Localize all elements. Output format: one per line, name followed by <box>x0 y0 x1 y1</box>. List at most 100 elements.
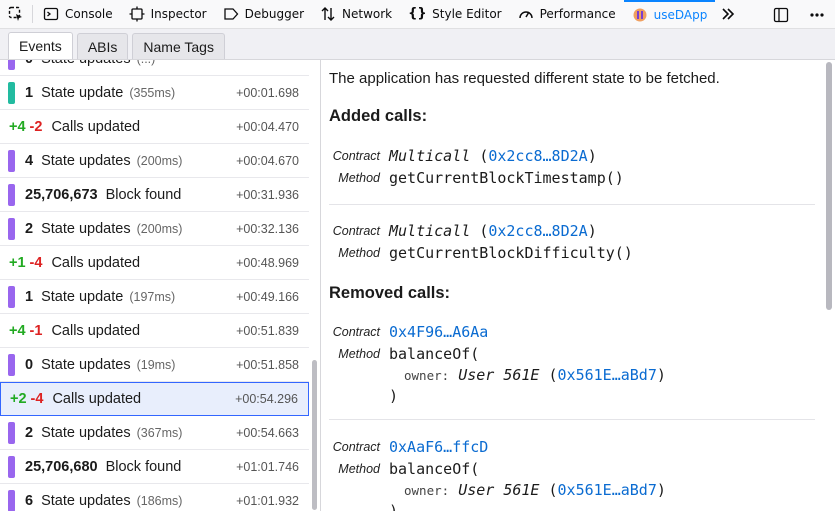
event-row[interactable]: 0 State updates (...) <box>0 60 309 76</box>
calls-added-count: +4 <box>9 118 26 135</box>
tab-performance[interactable]: Performance <box>510 0 624 29</box>
event-color-marker <box>8 217 15 240</box>
event-color-marker <box>8 421 15 444</box>
event-count: 2 <box>25 424 34 441</box>
contract-address-link[interactable]: 0x4F96…A6Aa <box>389 323 488 341</box>
debugger-icon <box>223 8 238 20</box>
event-duration: (186ms) <box>136 493 183 508</box>
removed-calls-heading: Removed calls: <box>329 284 451 302</box>
added-call-contract: Multicall (0x2cc8…8D2A) <box>389 147 597 165</box>
event-row[interactable]: 4 State updates (200ms) +00:04.670 <box>0 144 309 178</box>
event-row[interactable]: 1 State update (197ms) +00:49.166 <box>0 280 309 314</box>
event-label: Block found <box>105 186 182 203</box>
event-row[interactable]: +4 -2 Calls updated +00:04.470 <box>0 110 309 144</box>
event-color-marker <box>8 285 15 308</box>
event-label: Calls updated <box>51 254 141 271</box>
event-row[interactable]: 1 State update (355ms) +00:01.698 <box>0 76 309 110</box>
event-color-marker <box>8 183 15 206</box>
contract-address-link[interactable]: 0xAaF6…ffcD <box>389 438 488 456</box>
event-row[interactable]: 0 State updates (19ms) +00:51.858 <box>0 348 309 382</box>
contract-address-link[interactable]: 0x2cc8…8D2A <box>488 222 587 240</box>
event-timestamp: +00:04.470 <box>236 119 299 134</box>
contract-address-link[interactable]: 0x2cc8…8D2A <box>488 147 587 165</box>
added-calls-heading: Added calls: <box>329 107 428 125</box>
event-row[interactable]: +1 -4 Calls updated +00:48.969 <box>0 246 309 280</box>
added-call-method: getCurrentBlockDifficulty() <box>389 244 633 262</box>
arg-address-link[interactable]: 0x561E…aBd7 <box>558 366 657 384</box>
calls-added-count: +2 <box>10 391 27 407</box>
close-paren: ) <box>587 147 597 165</box>
event-count: 1 <box>25 288 34 305</box>
event-timestamp: +00:32.136 <box>236 221 299 236</box>
devtools-toolbar: Console Inspector Debugger Network {} St… <box>0 0 835 29</box>
element-picker-button[interactable] <box>0 0 30 29</box>
event-row[interactable]: 25,706,680 Block found +01:01.746 <box>0 450 309 484</box>
calls-removed-count: -2 <box>29 118 43 135</box>
event-timestamp: +00:51.839 <box>236 323 299 338</box>
toolbar-divider <box>32 5 33 23</box>
contract-name: Multicall <box>389 222 471 240</box>
tab-debugger[interactable]: Debugger <box>215 0 312 29</box>
tab-console[interactable]: Console <box>35 0 121 29</box>
event-list: 0 State updates (...) 1 State update (355ms) +… <box>0 60 321 511</box>
call-divider <box>329 204 815 205</box>
open-paren: ( <box>479 147 489 165</box>
event-label: State updates <box>41 220 131 237</box>
event-color-marker <box>8 353 15 376</box>
event-label: Calls updated <box>51 322 141 339</box>
event-label: Block found <box>105 458 182 475</box>
event-list-scrollbar[interactable] <box>312 360 317 510</box>
event-row[interactable]: +2 -4 Calls updated +00:54.296 <box>0 382 309 416</box>
subtab-bar: Events ABIs Name Tags <box>0 29 835 60</box>
event-duration: (200ms) <box>136 221 183 236</box>
arg-user: User 561E <box>458 481 540 499</box>
tab-abis[interactable]: ABIs <box>76 33 129 59</box>
dock-toggle-button[interactable] <box>763 0 799 29</box>
tab-style-editor-label: Style Editor <box>432 7 502 21</box>
event-count: 0 <box>25 356 34 373</box>
event-row[interactable]: 2 State updates (200ms) +00:32.136 <box>0 212 309 246</box>
arg-address-link[interactable]: 0x561E…aBd7 <box>558 481 657 499</box>
event-duration: (...) <box>137 60 156 66</box>
event-color-marker <box>8 455 15 478</box>
event-count: 1 <box>25 84 34 101</box>
tab-style-editor[interactable]: {} Style Editor <box>400 0 509 29</box>
event-timestamp: +00:49.166 <box>236 289 299 304</box>
event-row[interactable]: 25,706,673 Block found +00:31.936 <box>0 178 309 212</box>
event-count: 2 <box>25 220 34 237</box>
method-close-paren: ) <box>389 502 399 511</box>
event-color-marker <box>8 60 15 70</box>
calls-removed-count: -1 <box>29 322 43 339</box>
event-count: 4 <box>25 152 34 169</box>
contract-label: Contract <box>332 440 380 454</box>
tab-network[interactable]: Network <box>312 0 400 29</box>
more-options-button[interactable] <box>799 0 835 29</box>
arg-name: owner: <box>404 483 450 498</box>
tab-usedapp-label: useDApp <box>653 8 708 22</box>
ellipsis-icon <box>810 12 824 17</box>
calls-removed-count: -4 <box>29 254 43 271</box>
more-tabs-button[interactable] <box>715 0 741 29</box>
tab-debugger-label: Debugger <box>244 7 305 21</box>
event-duration: (197ms) <box>129 289 176 304</box>
tab-name-tags[interactable]: Name Tags <box>132 33 225 59</box>
event-label: State updates <box>41 356 131 373</box>
arg-user: User 561E <box>458 366 540 384</box>
usedapp-icon <box>633 8 647 22</box>
method-label: Method <box>338 347 380 361</box>
event-label: Calls updated <box>51 118 141 135</box>
style-editor-icon: {} <box>408 6 427 21</box>
tab-usedapp[interactable]: useDApp <box>623 0 716 29</box>
console-icon <box>43 7 59 21</box>
event-duration: (19ms) <box>136 357 176 372</box>
event-row[interactable]: +4 -1 Calls updated +00:51.839 <box>0 314 309 348</box>
event-row[interactable]: 2 State updates (367ms) +00:54.663 <box>0 416 309 450</box>
network-icon <box>321 7 335 21</box>
tab-inspector[interactable]: Inspector <box>121 0 215 29</box>
detail-scrollbar[interactable] <box>826 62 832 310</box>
method-label: Method <box>338 462 380 476</box>
tab-events[interactable]: Events <box>8 32 73 59</box>
event-row[interactable]: 6 State updates (186ms) +01:01.932 <box>0 484 309 511</box>
open-paren: ( <box>548 366 558 384</box>
open-paren: ( <box>548 481 558 499</box>
